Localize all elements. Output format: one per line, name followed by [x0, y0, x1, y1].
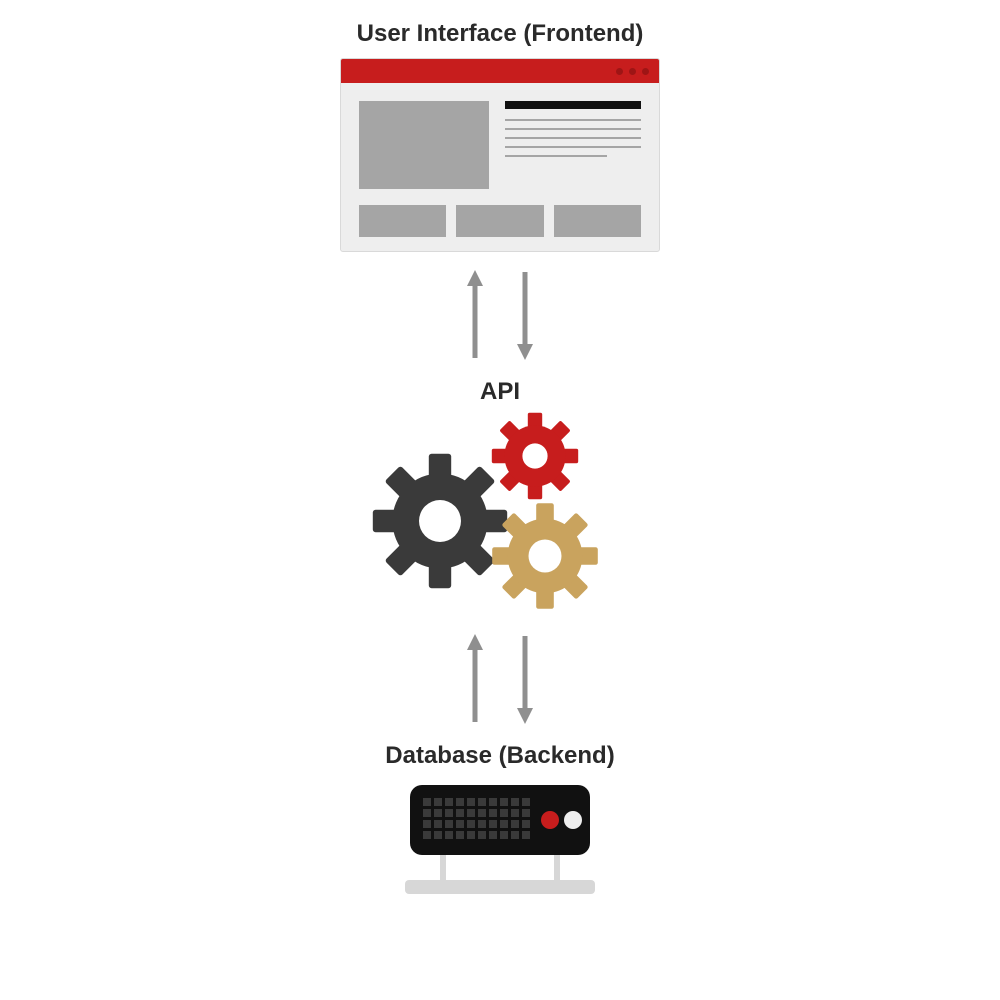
text-line-icon: [505, 128, 641, 130]
text-line-icon: [505, 137, 641, 139]
text-line-icon: [505, 119, 641, 121]
bidirectional-arrows: [465, 270, 535, 360]
card-placeholder-icon: [456, 205, 543, 237]
image-placeholder-icon: [359, 101, 489, 189]
window-dot-icon: [629, 68, 636, 75]
browser-body: [341, 83, 659, 251]
backend-label: Database (Backend): [385, 742, 614, 770]
frontend-label: User Interface (Frontend): [357, 20, 644, 48]
heading-line-icon: [505, 101, 641, 109]
window-dot-icon: [616, 68, 623, 75]
arrow-up-icon: [465, 634, 485, 724]
gear-gold-icon: [490, 501, 600, 611]
api-label: API: [480, 378, 520, 406]
arrow-down-icon: [515, 270, 535, 360]
arrow-up-icon: [465, 270, 485, 360]
gears-icon: [370, 416, 630, 616]
bidirectional-arrows: [465, 634, 535, 724]
card-placeholder-icon: [554, 205, 641, 237]
gear-dark-icon: [370, 451, 510, 591]
browser-window-icon: [340, 58, 660, 252]
card-placeholder-icon: [359, 205, 446, 237]
text-line-icon: [505, 155, 607, 157]
window-dot-icon: [642, 68, 649, 75]
text-line-icon: [505, 146, 641, 148]
text-placeholder-block: [505, 101, 641, 189]
arrow-down-icon: [515, 634, 535, 724]
browser-titlebar: [341, 59, 659, 83]
server-icon: [385, 780, 615, 900]
